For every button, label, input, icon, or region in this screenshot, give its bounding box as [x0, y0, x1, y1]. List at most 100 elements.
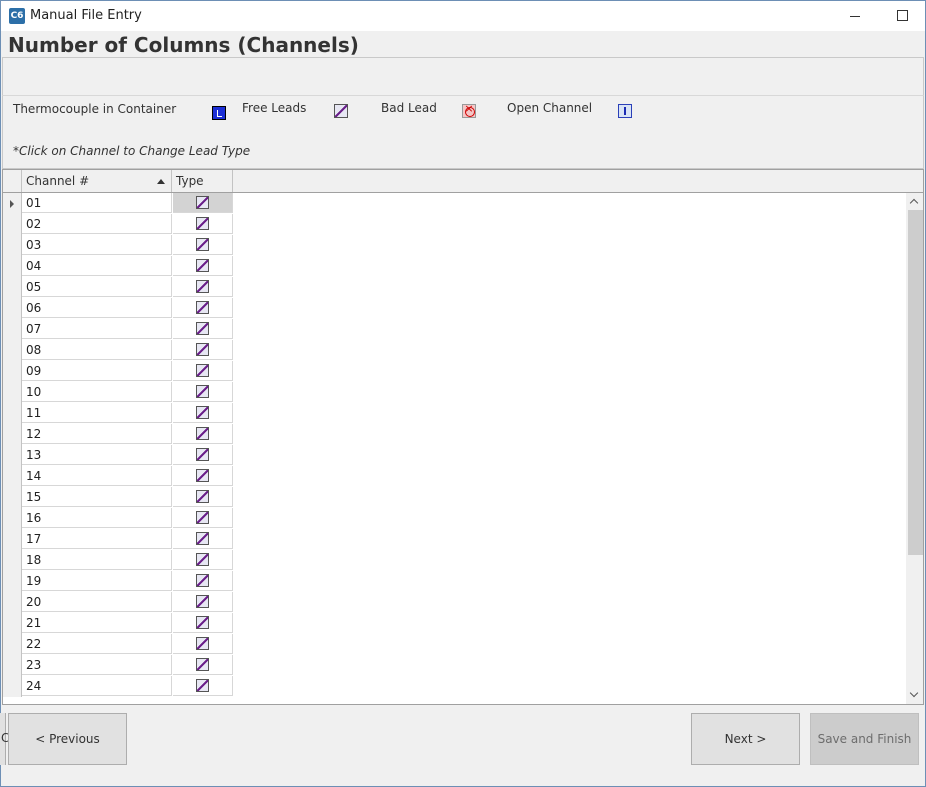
- lead-type-cell[interactable]: [173, 571, 233, 591]
- row-selector[interactable]: [3, 277, 22, 298]
- row-selector[interactable]: [3, 235, 22, 256]
- lead-type-cell[interactable]: [173, 403, 233, 423]
- lead-type-cell[interactable]: [173, 256, 233, 276]
- row-selector[interactable]: [3, 382, 22, 403]
- free-leads-icon[interactable]: [196, 217, 209, 230]
- channel-cell[interactable]: 22: [22, 634, 172, 654]
- row-selector[interactable]: [3, 634, 22, 655]
- column-header-channel[interactable]: Channel #: [22, 170, 172, 192]
- channel-cell[interactable]: 08: [22, 340, 172, 360]
- channel-cell[interactable]: 10: [22, 382, 172, 402]
- free-leads-icon[interactable]: [196, 532, 209, 545]
- channel-cell[interactable]: 11: [22, 403, 172, 423]
- free-leads-icon[interactable]: [196, 406, 209, 419]
- channel-cell[interactable]: 07: [22, 319, 172, 339]
- row-selector[interactable]: [3, 445, 22, 466]
- table-row[interactable]: 21: [3, 613, 233, 634]
- channel-cell[interactable]: 01: [22, 193, 172, 213]
- table-row[interactable]: 05: [3, 277, 233, 298]
- lead-type-cell[interactable]: [173, 445, 233, 465]
- table-row[interactable]: 15: [3, 487, 233, 508]
- free-leads-icon[interactable]: [196, 238, 209, 251]
- free-leads-icon[interactable]: [196, 574, 209, 587]
- channel-cell[interactable]: 16: [22, 508, 172, 528]
- vertical-scrollbar[interactable]: [906, 193, 923, 704]
- table-row[interactable]: 17: [3, 529, 233, 550]
- row-selector[interactable]: [3, 361, 22, 382]
- lead-type-cell[interactable]: [173, 466, 233, 486]
- table-row[interactable]: 24: [3, 676, 233, 697]
- channel-cell[interactable]: 05: [22, 277, 172, 297]
- channel-cell[interactable]: 17: [22, 529, 172, 549]
- row-selector[interactable]: [3, 529, 22, 550]
- channel-cell[interactable]: 18: [22, 550, 172, 570]
- channel-cell[interactable]: 13: [22, 445, 172, 465]
- lead-type-cell[interactable]: [173, 634, 233, 654]
- free-leads-icon[interactable]: [196, 196, 209, 209]
- channel-cell[interactable]: 12: [22, 424, 172, 444]
- lead-type-cell[interactable]: [173, 298, 233, 318]
- scroll-down-arrow-icon[interactable]: [906, 687, 923, 704]
- row-selector[interactable]: [3, 487, 22, 508]
- row-selector[interactable]: [3, 571, 22, 592]
- channel-grid[interactable]: Channel # Type 01 02 03 04 05 06 07 08 09 10 11 12 1…: [2, 169, 924, 705]
- row-selector[interactable]: [3, 319, 22, 340]
- free-leads-icon[interactable]: [196, 385, 209, 398]
- free-leads-icon[interactable]: [196, 322, 209, 335]
- free-leads-icon[interactable]: [196, 553, 209, 566]
- free-leads-icon[interactable]: [196, 595, 209, 608]
- lead-type-cell[interactable]: [173, 424, 233, 444]
- channel-cell[interactable]: 09: [22, 361, 172, 381]
- free-leads-icon[interactable]: [196, 448, 209, 461]
- current-row-indicator-icon[interactable]: [3, 193, 22, 214]
- table-row[interactable]: 07: [3, 319, 233, 340]
- table-row[interactable]: 02: [3, 214, 233, 235]
- row-selector[interactable]: [3, 655, 22, 676]
- free-leads-icon[interactable]: [196, 427, 209, 440]
- channel-cell[interactable]: 15: [22, 487, 172, 507]
- row-selector[interactable]: [3, 466, 22, 487]
- channel-cell[interactable]: 19: [22, 571, 172, 591]
- channel-cell[interactable]: 02: [22, 214, 172, 234]
- previous-button[interactable]: < Previous: [8, 713, 127, 765]
- free-leads-icon[interactable]: [196, 343, 209, 356]
- table-row[interactable]: 06: [3, 298, 233, 319]
- row-selector[interactable]: [3, 403, 22, 424]
- table-row[interactable]: 08: [3, 340, 233, 361]
- free-leads-icon[interactable]: [196, 469, 209, 482]
- table-row[interactable]: 22: [3, 634, 233, 655]
- maximize-button[interactable]: [879, 1, 925, 31]
- free-leads-icon[interactable]: [196, 658, 209, 671]
- row-selector[interactable]: [3, 214, 22, 235]
- lead-type-cell[interactable]: [173, 676, 233, 696]
- lead-type-cell[interactable]: [173, 487, 233, 507]
- table-row[interactable]: 16: [3, 508, 233, 529]
- row-selector[interactable]: [3, 340, 22, 361]
- table-row[interactable]: 14: [3, 466, 233, 487]
- row-selector[interactable]: [3, 298, 22, 319]
- free-leads-icon[interactable]: [196, 637, 209, 650]
- row-selector[interactable]: [3, 592, 22, 613]
- lead-type-cell[interactable]: [173, 529, 233, 549]
- table-row[interactable]: 18: [3, 550, 233, 571]
- free-leads-icon[interactable]: [196, 259, 209, 272]
- table-row[interactable]: 10: [3, 382, 233, 403]
- row-selector[interactable]: [3, 676, 22, 697]
- free-leads-icon[interactable]: [196, 364, 209, 377]
- table-row[interactable]: 12: [3, 424, 233, 445]
- lead-type-cell[interactable]: [173, 214, 233, 234]
- channel-cell[interactable]: 23: [22, 655, 172, 675]
- lead-type-cell[interactable]: [173, 550, 233, 570]
- table-row[interactable]: 04: [3, 256, 233, 277]
- channel-cell[interactable]: 20: [22, 592, 172, 612]
- scroll-thumb[interactable]: [908, 210, 923, 555]
- channel-cell[interactable]: 21: [22, 613, 172, 633]
- scroll-up-arrow-icon[interactable]: [906, 193, 923, 210]
- channel-cell[interactable]: 14: [22, 466, 172, 486]
- free-leads-icon[interactable]: [196, 679, 209, 692]
- lead-type-cell[interactable]: [173, 319, 233, 339]
- table-row[interactable]: 09: [3, 361, 233, 382]
- row-selector[interactable]: [3, 256, 22, 277]
- free-leads-icon[interactable]: [196, 616, 209, 629]
- lead-type-cell[interactable]: [173, 655, 233, 675]
